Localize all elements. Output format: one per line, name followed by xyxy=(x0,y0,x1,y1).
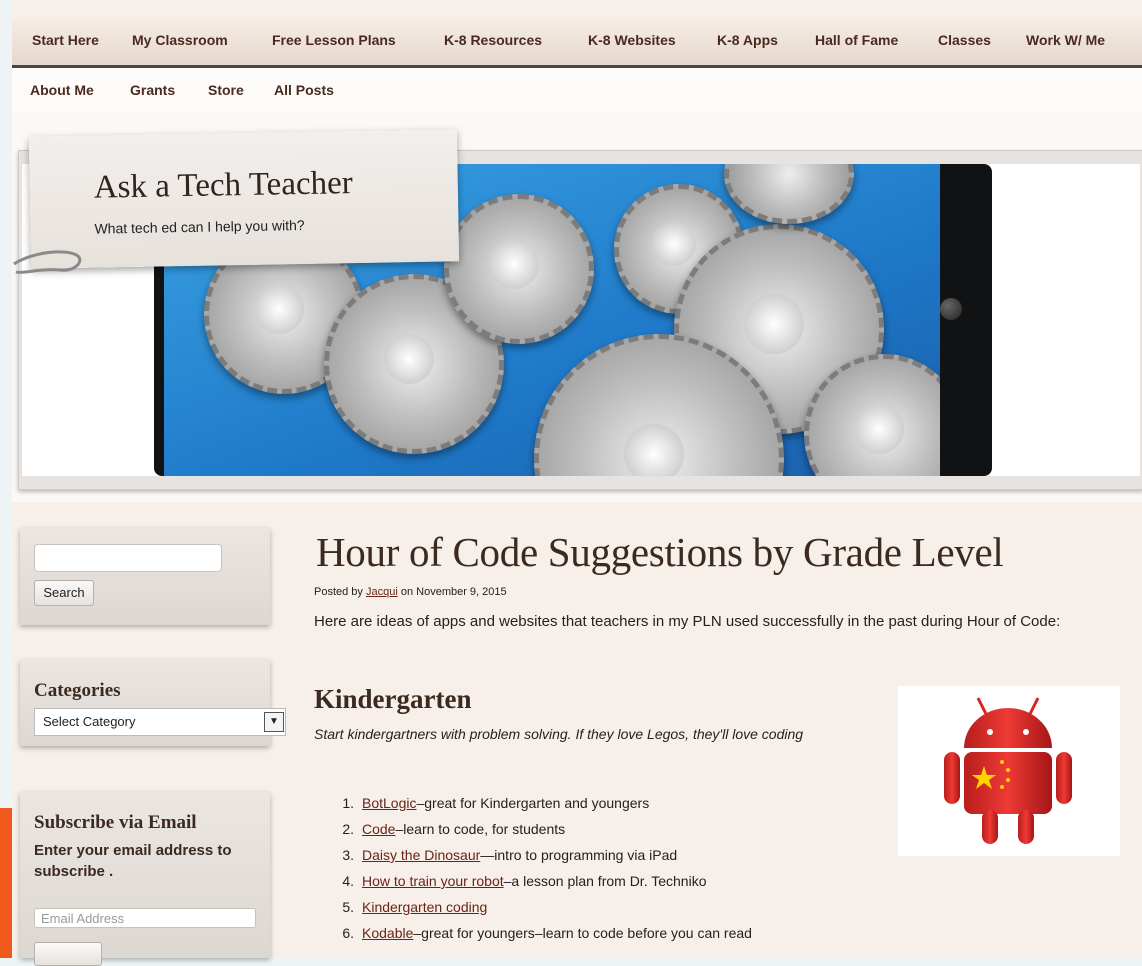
list-number: 2. xyxy=(342,821,354,837)
site-description: What tech ed can I help you with? xyxy=(94,216,305,237)
list-item: 3. Daisy the Dinosaur—intro to programmin… xyxy=(314,842,914,868)
nav-work-with-me[interactable]: Work W/ Me xyxy=(1026,32,1105,48)
list-number: 3. xyxy=(342,847,354,863)
nav-k8-apps[interactable]: K-8 Apps xyxy=(717,32,778,48)
list-item: 4. How to train your robot–a lesson plan … xyxy=(314,868,914,894)
list-number: 4. xyxy=(342,873,354,889)
list-number: 5. xyxy=(342,899,354,915)
android-robot-icon xyxy=(944,697,1072,844)
resource-link[interactable]: Kindergarten coding xyxy=(362,899,487,915)
resource-desc: –a lesson plan from Dr. Techniko xyxy=(503,873,707,889)
nav-free-lesson-plans[interactable]: Free Lesson Plans xyxy=(272,32,396,48)
subscribe-widget: Subscribe via Email Enter your email add… xyxy=(20,792,270,966)
categories-widget: Categories Select Category ▼ xyxy=(20,660,286,746)
category-select-value: Select Category xyxy=(43,714,136,729)
search-button[interactable]: Search xyxy=(34,580,94,606)
android-china-image xyxy=(898,686,1120,856)
categories-title: Categories xyxy=(34,680,121,701)
nav-hall-of-fame[interactable]: Hall of Fame xyxy=(815,32,898,48)
resource-link[interactable]: Kodable xyxy=(362,925,413,941)
gear-icon xyxy=(724,164,854,224)
section-lead: Start kindergartners with problem solvin… xyxy=(314,726,804,742)
author-link[interactable]: Jacqui xyxy=(366,586,398,598)
gear-icon xyxy=(444,194,594,344)
resource-desc: —intro to programming via iPad xyxy=(480,847,678,863)
list-item: 6. Kodable–great for youngers–learn to co… xyxy=(314,920,914,946)
list-number: 6. xyxy=(342,925,354,941)
nav-k8-websites[interactable]: K-8 Websites xyxy=(588,32,676,48)
primary-nav: Start Here My Classroom Free Lesson Plan… xyxy=(12,18,1142,68)
nav-grants[interactable]: Grants xyxy=(130,82,175,98)
post-meta: Posted by Jacqui on November 9, 2015 xyxy=(314,586,507,598)
resource-list: 1. BotLogic–great for Kindergarten and yo… xyxy=(314,790,914,946)
chevron-down-icon[interactable]: ▼ xyxy=(264,712,284,732)
paperclip-icon xyxy=(13,250,82,274)
resource-link[interactable]: Daisy the Dinosaur xyxy=(362,847,480,863)
list-number: 1. xyxy=(342,795,354,811)
secondary-nav: About Me Grants Store All Posts xyxy=(12,68,1142,112)
nav-store[interactable]: Store xyxy=(208,82,244,98)
email-field[interactable]: Email Address xyxy=(34,908,256,928)
meta-prefix: Posted by xyxy=(314,586,363,598)
tablet-camera xyxy=(940,298,962,320)
resource-desc: –great for youngers–learn to code before… xyxy=(413,925,752,941)
nav-k8-resources[interactable]: K-8 Resources xyxy=(444,32,542,48)
section-heading: Kindergarten xyxy=(314,684,472,714)
search-widget: Search xyxy=(20,528,270,625)
meta-date: on November 9, 2015 xyxy=(400,586,507,598)
post-intro: Here are ideas of apps and websites that… xyxy=(314,613,1061,630)
nav-about-me[interactable]: About Me xyxy=(30,82,94,98)
resource-desc: –learn to code, for students xyxy=(395,821,566,837)
list-item: 1. BotLogic–great for Kindergarten and yo… xyxy=(314,790,914,816)
left-edge-accent xyxy=(0,808,12,958)
category-select[interactable]: Select Category ▼ xyxy=(34,708,286,736)
nav-start-here[interactable]: Start Here xyxy=(32,32,99,48)
list-item: 2. Code–learn to code, for students xyxy=(314,816,914,842)
subscribe-button[interactable] xyxy=(34,942,102,966)
site-title-card: Ask a Tech Teacher What tech ed can I he… xyxy=(28,129,460,269)
nav-all-posts[interactable]: All Posts xyxy=(274,82,334,98)
page: Start Here My Classroom Free Lesson Plan… xyxy=(12,0,1142,966)
resource-link[interactable]: How to train your robot xyxy=(362,873,504,889)
list-item: 5. Kindergarten coding xyxy=(314,894,914,920)
search-input[interactable] xyxy=(34,544,222,572)
subscribe-text: Enter your email address to subscribe . xyxy=(34,842,232,880)
resource-link[interactable]: Code xyxy=(362,821,395,837)
post-title[interactable]: Hour of Code Suggestions by Grade Level xyxy=(316,528,1004,576)
subscribe-title: Subscribe via Email xyxy=(34,812,197,833)
resource-desc: –great for Kindergarten and youngers xyxy=(416,795,650,811)
nav-classes[interactable]: Classes xyxy=(938,32,991,48)
resource-link[interactable]: BotLogic xyxy=(362,795,416,811)
nav-my-classroom[interactable]: My Classroom xyxy=(132,32,228,48)
site-title[interactable]: Ask a Tech Teacher xyxy=(93,165,353,207)
